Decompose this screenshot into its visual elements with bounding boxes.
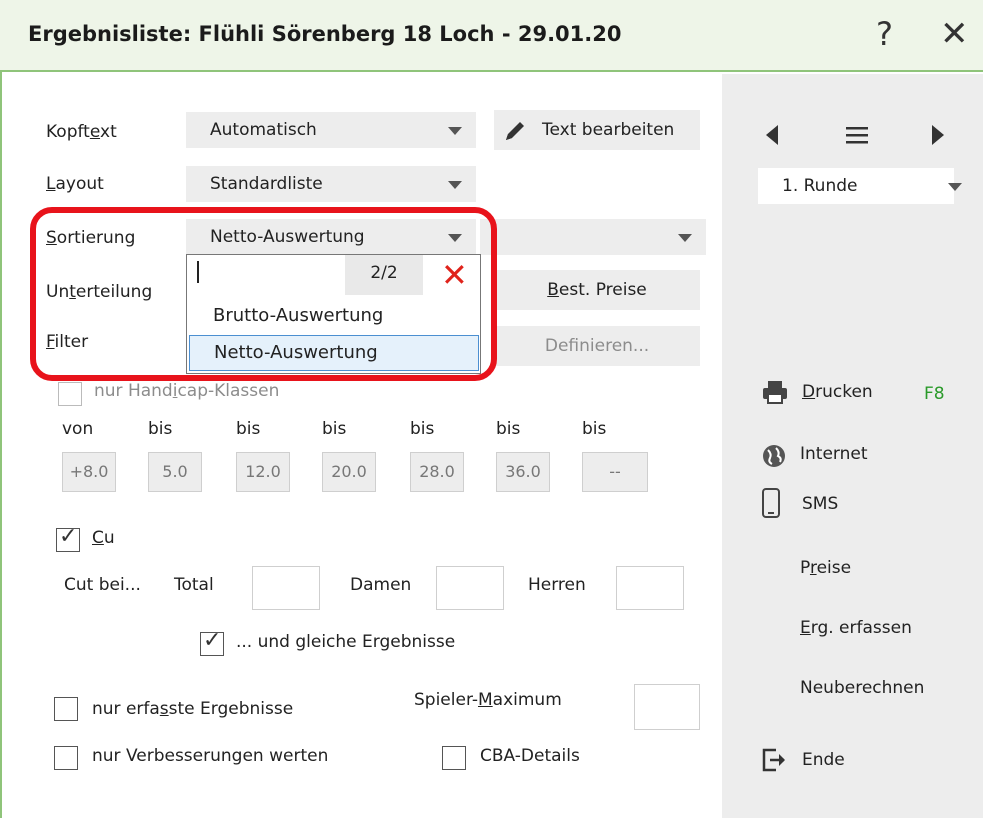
right-panel: 1. Runde Drucken F8 Internet SMS Preise …	[722, 74, 983, 818]
range-header-bis: bis	[148, 419, 173, 439]
exit-icon	[762, 748, 785, 772]
best-preise-button[interactable]: Best. Preise	[494, 270, 700, 310]
printer-icon	[763, 381, 787, 404]
window-border	[0, 72, 10, 818]
next-icon[interactable]	[930, 124, 946, 146]
verbesserungen-label: nur Verbesserungen werten	[92, 746, 329, 766]
red-highlight-annotation	[30, 207, 497, 381]
herren-label: Herren	[528, 575, 586, 595]
verbesserungen-checkbox[interactable]	[54, 746, 78, 770]
title-bar: Ergebnisliste: Flühli Sörenberg 18 Loch …	[0, 0, 983, 72]
range-header-bis: bis	[582, 419, 607, 439]
kopftext-label: Kopftext	[46, 122, 117, 142]
sms-button[interactable]: SMS	[802, 494, 838, 514]
phone-icon	[762, 488, 780, 518]
ende-button[interactable]: Ende	[802, 750, 845, 770]
cut-total-input[interactable]	[252, 566, 320, 610]
secondary-sort-select[interactable]	[480, 219, 706, 255]
menu-icon[interactable]	[846, 126, 868, 144]
spieler-maximum-input[interactable]	[634, 684, 700, 730]
pencil-icon	[506, 122, 524, 140]
check-icon: ✓	[59, 524, 78, 549]
range-header-bis: bis	[410, 419, 435, 439]
range-value-field[interactable]: 12.0	[236, 452, 290, 492]
range-header-bis: bis	[496, 419, 521, 439]
cut-bei-label: Cut bei...	[64, 575, 141, 595]
gleiche-ergebnisse-checkbox[interactable]: ✓	[200, 628, 224, 656]
help-button[interactable]: ?	[876, 14, 893, 54]
chevron-down-icon	[678, 234, 692, 242]
check-icon: ✓	[203, 628, 222, 653]
close-button[interactable]: ✕	[940, 14, 969, 54]
erfasste-ergebnisse-label: nur erfasste Ergebnisse	[92, 699, 294, 719]
range-header-bis: bis	[322, 419, 347, 439]
text-bearbeiten-button[interactable]: Text bearbeiten	[494, 110, 700, 150]
definieren-button[interactable]: Definieren...	[494, 326, 700, 366]
handicap-classes-checkbox[interactable]	[58, 382, 82, 406]
handicap-classes-label: nur Handicap-Klassen	[94, 381, 280, 401]
window-title: Ergebnisliste: Flühli Sörenberg 18 Loch …	[28, 22, 622, 46]
erfasste-ergebnisse-checkbox[interactable]	[54, 697, 78, 721]
neuberechnen-button[interactable]: Neuberechnen	[800, 678, 924, 698]
erg-erfassen-button[interactable]: Erg. erfassen	[800, 618, 912, 638]
cut-checkbox[interactable]: ✓	[56, 524, 80, 552]
chevron-down-icon	[948, 183, 962, 191]
range-header-bis: bis	[236, 419, 261, 439]
chevron-down-icon	[448, 127, 462, 135]
kopftext-select[interactable]: Automatisch	[186, 112, 476, 148]
chevron-down-icon	[448, 181, 462, 189]
total-label: Total	[174, 575, 214, 595]
cut-damen-input[interactable]	[436, 566, 504, 610]
range-value-field[interactable]: --	[582, 452, 648, 492]
spieler-maximum-label: Spieler-Maximum	[414, 690, 562, 710]
gleiche-ergebnisse-label: ... und gleiche Ergebnisse	[236, 632, 456, 652]
range-header-von: von	[62, 419, 94, 439]
cba-details-checkbox[interactable]	[442, 746, 466, 770]
damen-label: Damen	[350, 575, 412, 595]
range-value-field[interactable]: 5.0	[148, 452, 202, 492]
globe-icon	[763, 445, 785, 467]
preise-button[interactable]: Preise	[800, 558, 851, 578]
range-value-field[interactable]: 20.0	[322, 452, 376, 492]
cba-details-label: CBA-Details	[480, 746, 580, 766]
layout-label: Layout	[46, 174, 104, 194]
cut-label: Cu	[92, 528, 115, 548]
drucken-button[interactable]: Drucken	[802, 382, 873, 402]
cut-herren-input[interactable]	[616, 566, 684, 610]
range-value-field[interactable]: 36.0	[496, 452, 550, 492]
range-value-field[interactable]: 28.0	[410, 452, 464, 492]
layout-select[interactable]: Standardliste	[186, 166, 476, 202]
drucken-shortcut: F8	[924, 384, 945, 404]
range-value-field[interactable]: +8.0	[62, 452, 116, 492]
runde-select[interactable]: 1. Runde	[758, 168, 962, 204]
previous-icon[interactable]	[764, 124, 780, 146]
internet-button[interactable]: Internet	[800, 444, 868, 464]
